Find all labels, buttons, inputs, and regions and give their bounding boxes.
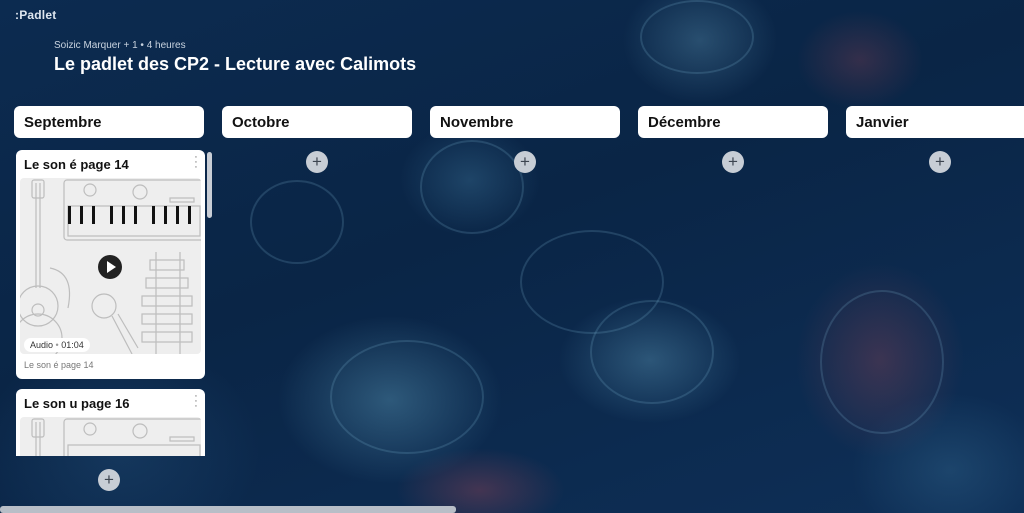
audio-thumbnail[interactable] (20, 417, 201, 456)
media-type-label: Audio (30, 340, 54, 350)
column-header-octobre[interactable]: Octobre (222, 106, 412, 138)
page-title: Le padlet des CP2 - Lecture avec Calimot… (54, 54, 417, 74)
post-title: Le son u page 16 (24, 396, 130, 411)
audio-duration-badge: Audio • 01:04 (24, 338, 90, 352)
instruments-illustration (31, 418, 201, 456)
add-post-button-octobre[interactable]: + (306, 151, 328, 173)
more-options-icon[interactable]: · · · (193, 391, 199, 412)
column-header-novembre[interactable]: Novembre (430, 106, 620, 138)
audio-thumbnail[interactable]: Audio • 01:04 (20, 178, 201, 354)
duration-label: 01:04 (61, 340, 84, 350)
horizontal-scrollbar[interactable] (0, 506, 456, 513)
add-post-button-septembre[interactable]: + (98, 469, 120, 491)
post-title: Le son é page 14 (24, 157, 129, 172)
post-caption: Le son é page 14 (24, 360, 94, 370)
padlet-logo[interactable]: :Padlet (15, 8, 56, 22)
add-post-button-janvier[interactable]: + (929, 151, 951, 173)
more-options-icon[interactable]: · · · (193, 152, 199, 173)
column-header-septembre[interactable]: Septembre (14, 106, 204, 138)
play-icon[interactable] (98, 255, 122, 279)
post-card[interactable]: Le son é page 14 · · · Audio • 01:04 Le … (16, 150, 205, 379)
add-post-button-novembre[interactable]: + (514, 151, 536, 173)
badge-separator: • (55, 340, 59, 350)
add-post-button-decembre[interactable]: + (722, 151, 744, 173)
column-header-decembre[interactable]: Décembre (638, 106, 828, 138)
author-info: Soizic Marquer + 1 • 4 heures (54, 40, 186, 51)
column-scrollbar[interactable] (207, 152, 212, 218)
post-card[interactable]: Le son u page 16 · · · (16, 389, 205, 456)
column-header-janvier[interactable]: Janvier (846, 106, 1024, 138)
